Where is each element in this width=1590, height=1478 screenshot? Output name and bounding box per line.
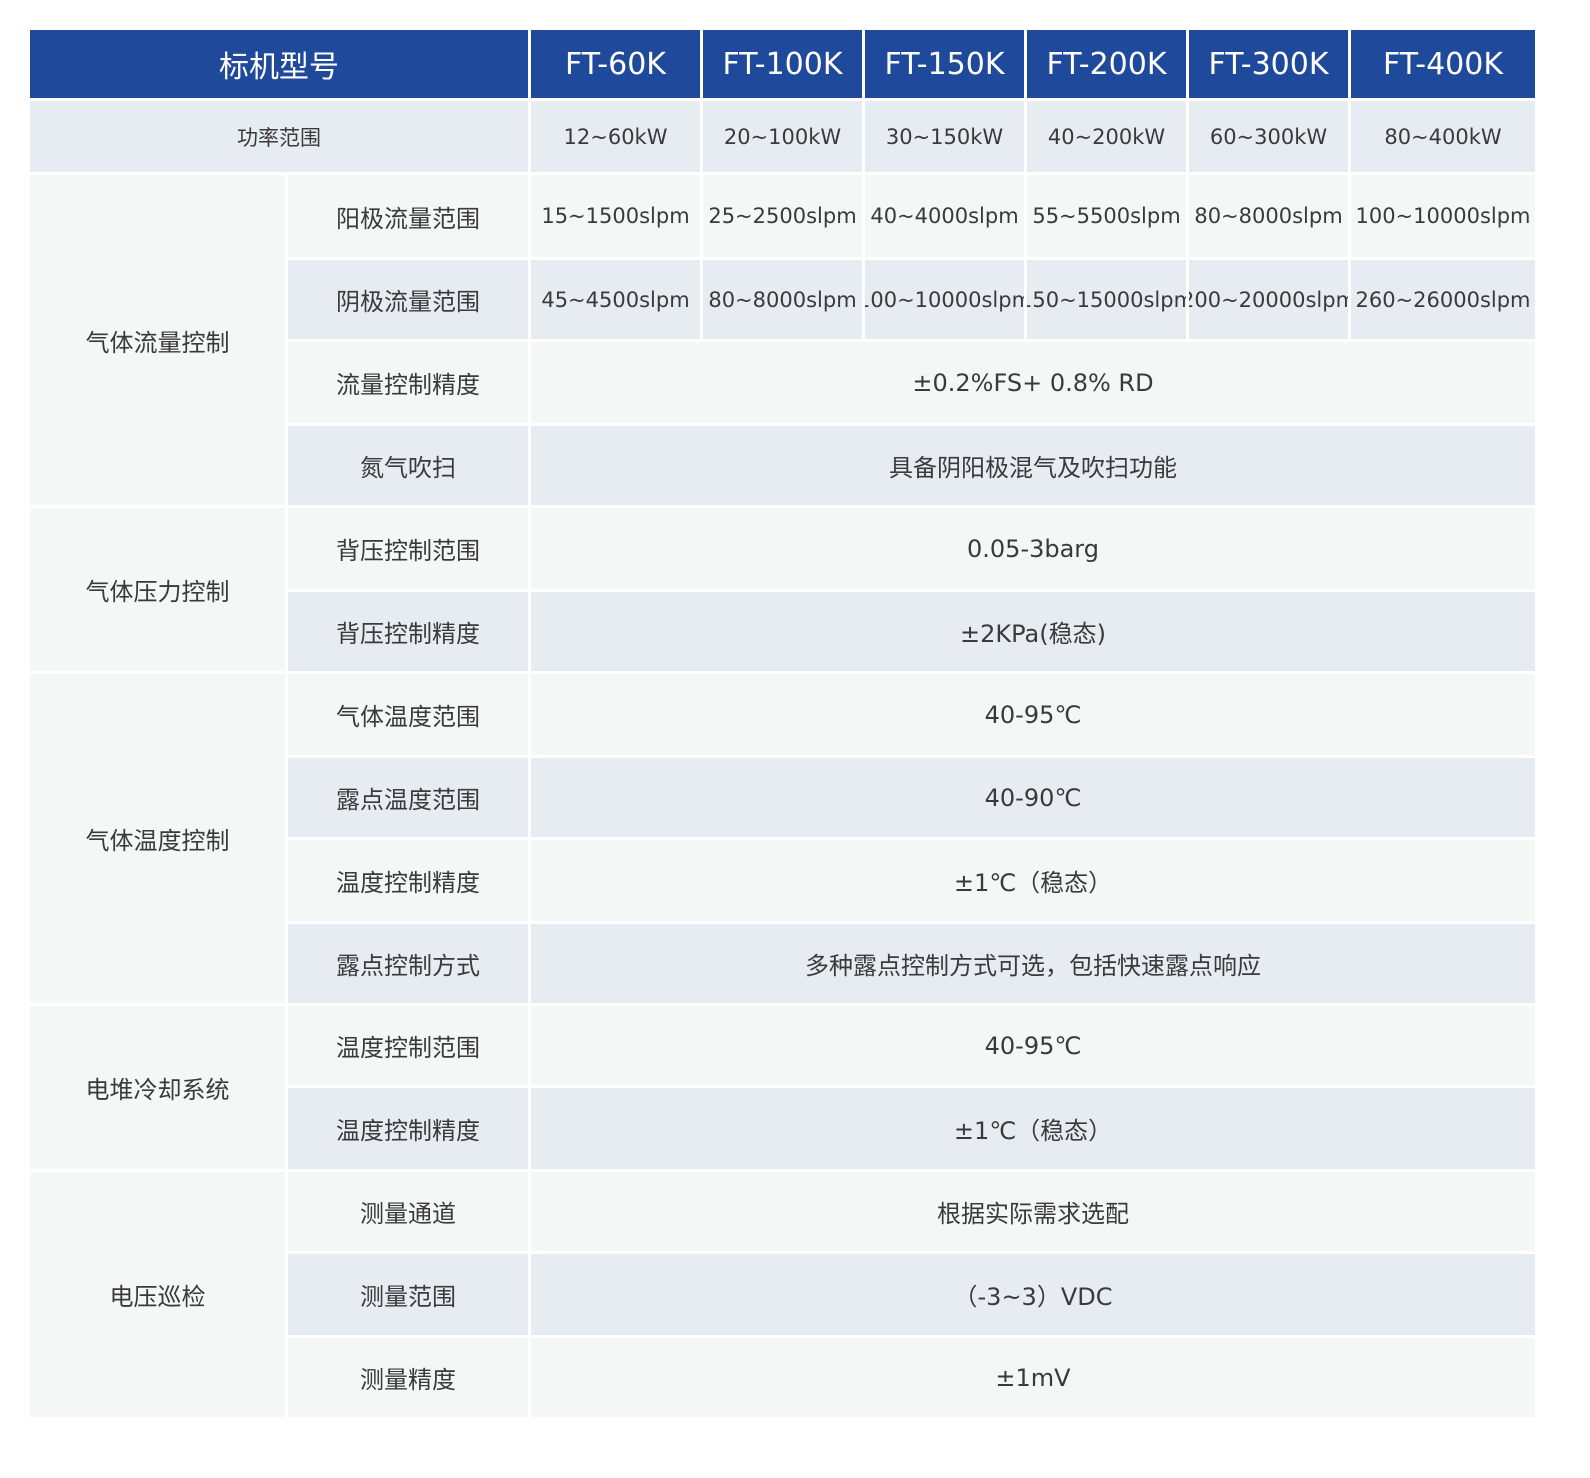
cathode-flow-value: 45~4500slpm <box>531 260 700 339</box>
row-label-cathode-flow: 阴极流量范围 <box>288 260 528 339</box>
power-value: 12~60kW <box>531 101 700 172</box>
row-label-dew-control-mode: 露点控制方式 <box>288 924 528 1003</box>
cathode-flow-value: 80~8000slpm <box>703 260 862 339</box>
power-value: 80~400kW <box>1351 101 1535 172</box>
anode-flow-value: 80~8000slpm <box>1189 175 1348 257</box>
model-header: FT-60K <box>531 30 700 98</box>
power-value: 30~150kW <box>865 101 1024 172</box>
row-label-dew-temp-range: 露点温度范围 <box>288 758 528 837</box>
cathode-flow-value: 200~20000slpm <box>1189 260 1348 339</box>
row-label-anode-flow: 阳极流量范围 <box>288 175 528 257</box>
row-label-measure-channels: 测量通道 <box>288 1172 528 1251</box>
header-title: 标机型号 <box>30 30 528 98</box>
row-label-cooling-temp-accuracy: 温度控制精度 <box>288 1088 528 1169</box>
spec-table: 标机型号 FT-60K FT-100K FT-150K FT-200K FT-3… <box>30 30 1561 1417</box>
model-header: FT-150K <box>865 30 1024 98</box>
cathode-flow-value: 150~15000slpm <box>1027 260 1186 339</box>
category-gas-temperature: 气体温度控制 <box>30 674 285 1003</box>
flow-accuracy-value: ±0.2%FS+ 0.8% RD <box>531 342 1535 423</box>
row-label-measure-accuracy: 测量精度 <box>288 1338 528 1417</box>
model-header: FT-400K <box>1351 30 1535 98</box>
anode-flow-value: 100~10000slpm <box>1351 175 1535 257</box>
cathode-flow-value: 100~10000slpm <box>865 260 1024 339</box>
row-label-cooling-temp-range: 温度控制范围 <box>288 1006 528 1085</box>
measure-channels-value: 根据实际需求选配 <box>531 1172 1535 1251</box>
backpressure-range-value: 0.05-3barg <box>531 508 1535 589</box>
gas-temp-range-value: 40-95℃ <box>531 674 1535 755</box>
category-gas-pressure: 气体压力控制 <box>30 508 285 671</box>
power-label: 功率范围 <box>30 101 528 172</box>
cooling-temp-accuracy-value: ±1℃（稳态） <box>531 1088 1535 1169</box>
row-label-temp-accuracy: 温度控制精度 <box>288 840 528 921</box>
backpressure-accuracy-value: ±2KPa(稳态) <box>531 592 1535 671</box>
model-header: FT-300K <box>1189 30 1348 98</box>
anode-flow-value: 55~5500slpm <box>1027 175 1186 257</box>
anode-flow-value: 25~2500slpm <box>703 175 862 257</box>
row-label-nitrogen-purge: 氮气吹扫 <box>288 426 528 505</box>
power-value: 60~300kW <box>1189 101 1348 172</box>
row-label-flow-accuracy: 流量控制精度 <box>288 342 528 423</box>
category-gas-flow: 气体流量控制 <box>30 175 285 505</box>
row-label-measure-range: 测量范围 <box>288 1254 528 1335</box>
dew-temp-range-value: 40-90℃ <box>531 758 1535 837</box>
nitrogen-purge-value: 具备阴阳极混气及吹扫功能 <box>531 426 1535 505</box>
row-label-backpressure-range: 背压控制范围 <box>288 508 528 589</box>
anode-flow-value: 40~4000slpm <box>865 175 1024 257</box>
cathode-flow-value: 260~26000slpm <box>1351 260 1535 339</box>
power-value: 20~100kW <box>703 101 862 172</box>
measure-accuracy-value: ±1mV <box>531 1338 1535 1417</box>
measure-range-value: （-3~3）VDC <box>531 1254 1535 1335</box>
model-header: FT-100K <box>703 30 862 98</box>
power-value: 40~200kW <box>1027 101 1186 172</box>
category-stack-cooling: 电堆冷却系统 <box>30 1006 285 1169</box>
temp-accuracy-value: ±1℃（稳态） <box>531 840 1535 921</box>
anode-flow-value: 15~1500slpm <box>531 175 700 257</box>
row-label-gas-temp-range: 气体温度范围 <box>288 674 528 755</box>
category-voltage-inspection: 电压巡检 <box>30 1172 285 1417</box>
model-header: FT-200K <box>1027 30 1186 98</box>
cooling-temp-range-value: 40-95℃ <box>531 1006 1535 1085</box>
row-label-backpressure-accuracy: 背压控制精度 <box>288 592 528 671</box>
dew-control-mode-value: 多种露点控制方式可选，包括快速露点响应 <box>531 924 1535 1003</box>
